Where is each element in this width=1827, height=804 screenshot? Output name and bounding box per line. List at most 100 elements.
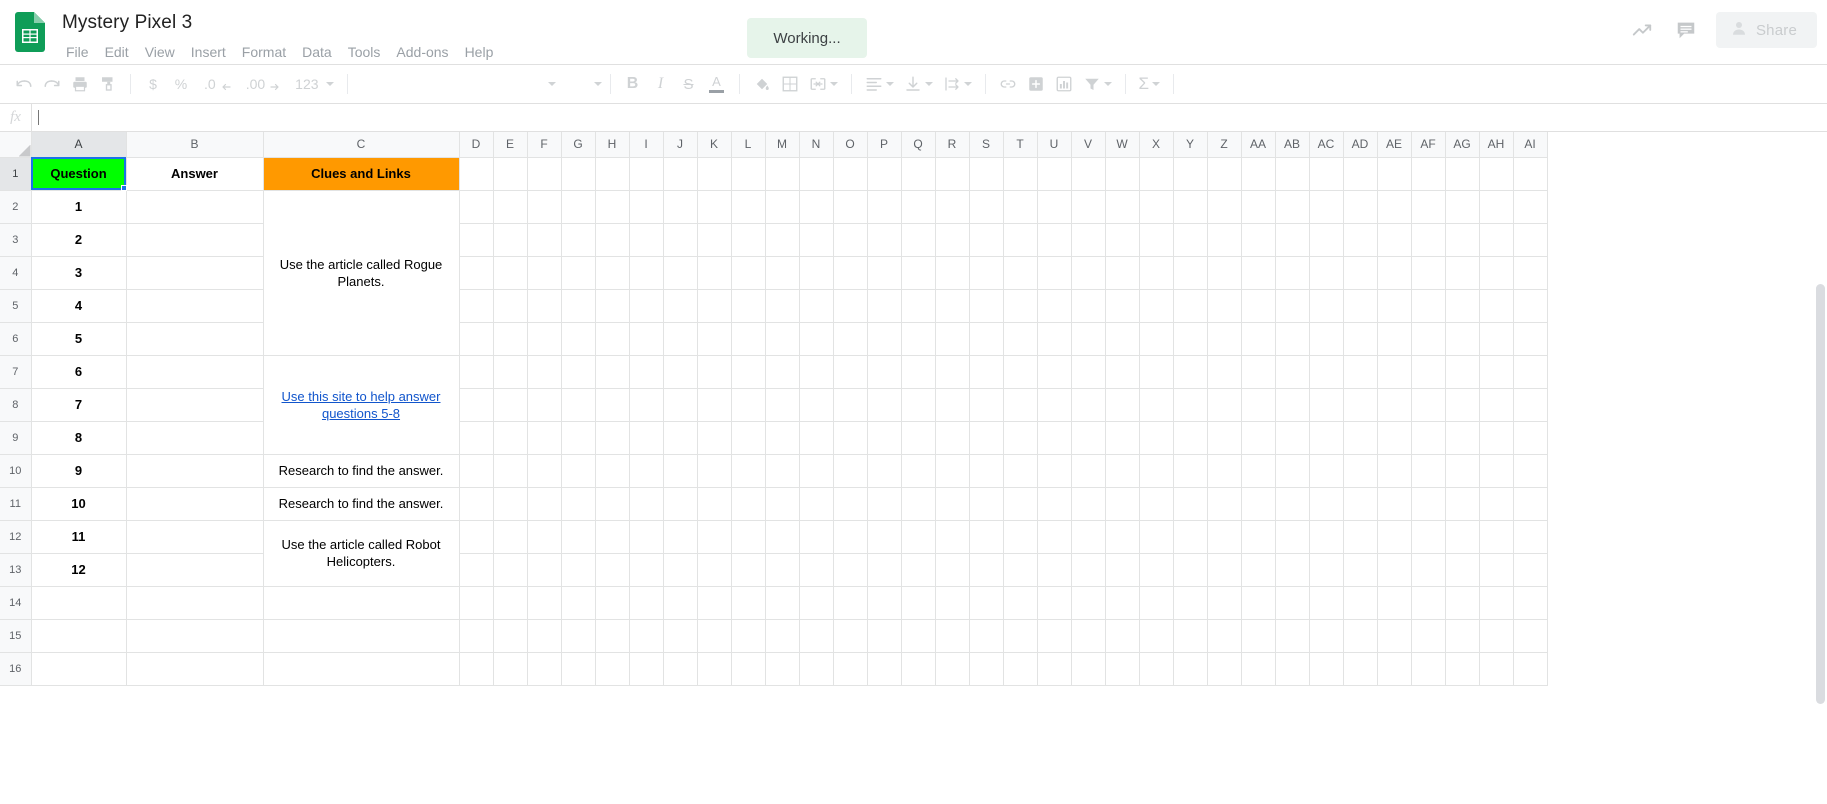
cell-AI11[interactable]	[1513, 487, 1548, 521]
cell-A16[interactable]	[31, 652, 127, 686]
column-header-AE[interactable]: AE	[1377, 132, 1412, 158]
cell-R14[interactable]	[935, 586, 970, 620]
cell-AD6[interactable]	[1343, 322, 1378, 356]
cell-H1[interactable]	[595, 157, 630, 191]
cell-L12[interactable]	[731, 520, 766, 554]
cell-AD15[interactable]	[1343, 619, 1378, 653]
cell-G12[interactable]	[561, 520, 596, 554]
cell-R1[interactable]	[935, 157, 970, 191]
cell-AG14[interactable]	[1445, 586, 1480, 620]
cell-G10[interactable]	[561, 454, 596, 488]
cell-A2[interactable]: 1	[31, 190, 127, 224]
cell-AG5[interactable]	[1445, 289, 1480, 323]
cell-K16[interactable]	[697, 652, 732, 686]
column-header-B[interactable]: B	[126, 132, 264, 158]
cell-I5[interactable]	[629, 289, 664, 323]
cell-I1[interactable]	[629, 157, 664, 191]
cell-I13[interactable]	[629, 553, 664, 587]
clue-cell-C12[interactable]: Use the article called Robot Helicopters…	[263, 520, 460, 587]
cell-AC4[interactable]	[1309, 256, 1344, 290]
cell-Y3[interactable]	[1173, 223, 1208, 257]
cell-D16[interactable]	[459, 652, 494, 686]
cell-W12[interactable]	[1105, 520, 1140, 554]
cell-AB3[interactable]	[1275, 223, 1310, 257]
cell-M12[interactable]	[765, 520, 800, 554]
cell-W13[interactable]	[1105, 553, 1140, 587]
cell-V9[interactable]	[1071, 421, 1106, 455]
cell-M9[interactable]	[765, 421, 800, 455]
cell-AG3[interactable]	[1445, 223, 1480, 257]
cell-N12[interactable]	[799, 520, 834, 554]
cell-E15[interactable]	[493, 619, 528, 653]
cell-K9[interactable]	[697, 421, 732, 455]
cell-AA4[interactable]	[1241, 256, 1276, 290]
cell-G5[interactable]	[561, 289, 596, 323]
cell-O4[interactable]	[833, 256, 868, 290]
cell-AD1[interactable]	[1343, 157, 1378, 191]
column-header-AD[interactable]: AD	[1343, 132, 1378, 158]
cell-AH9[interactable]	[1479, 421, 1514, 455]
cell-O10[interactable]	[833, 454, 868, 488]
cell-E11[interactable]	[493, 487, 528, 521]
cell-AC13[interactable]	[1309, 553, 1344, 587]
cell-T9[interactable]	[1003, 421, 1038, 455]
cell-R8[interactable]	[935, 388, 970, 422]
cell-AH5[interactable]	[1479, 289, 1514, 323]
paint-format-icon[interactable]	[94, 70, 122, 98]
cell-AB15[interactable]	[1275, 619, 1310, 653]
cell-Z4[interactable]	[1207, 256, 1242, 290]
cell-Z12[interactable]	[1207, 520, 1242, 554]
cell-T3[interactable]	[1003, 223, 1038, 257]
cell-AG11[interactable]	[1445, 487, 1480, 521]
cell-AH11[interactable]	[1479, 487, 1514, 521]
cell-D6[interactable]	[459, 322, 494, 356]
cell-F2[interactable]	[527, 190, 562, 224]
cell-G7[interactable]	[561, 355, 596, 389]
column-header-AB[interactable]: AB	[1275, 132, 1310, 158]
cell-W15[interactable]	[1105, 619, 1140, 653]
column-header-P[interactable]: P	[867, 132, 902, 158]
cell-I16[interactable]	[629, 652, 664, 686]
cell-J11[interactable]	[663, 487, 698, 521]
column-header-I[interactable]: I	[629, 132, 664, 158]
cell-M16[interactable]	[765, 652, 800, 686]
cell-AA13[interactable]	[1241, 553, 1276, 587]
cell-Z7[interactable]	[1207, 355, 1242, 389]
cell-F4[interactable]	[527, 256, 562, 290]
percent-format-button[interactable]: %	[167, 70, 195, 98]
cell-A1[interactable]: Question	[31, 157, 127, 191]
cell-X14[interactable]	[1139, 586, 1174, 620]
cell-E16[interactable]	[493, 652, 528, 686]
cell-S8[interactable]	[969, 388, 1004, 422]
cell-N15[interactable]	[799, 619, 834, 653]
cell-K12[interactable]	[697, 520, 732, 554]
fill-color-icon[interactable]	[748, 70, 776, 98]
cell-D9[interactable]	[459, 421, 494, 455]
cell-O3[interactable]	[833, 223, 868, 257]
cell-W10[interactable]	[1105, 454, 1140, 488]
cell-AI10[interactable]	[1513, 454, 1548, 488]
cell-AI14[interactable]	[1513, 586, 1548, 620]
column-header-AH[interactable]: AH	[1479, 132, 1514, 158]
chart-icon[interactable]	[1050, 70, 1078, 98]
cell-Q12[interactable]	[901, 520, 936, 554]
cell-AA5[interactable]	[1241, 289, 1276, 323]
cell-AB11[interactable]	[1275, 487, 1310, 521]
cell-AF12[interactable]	[1411, 520, 1446, 554]
cell-W5[interactable]	[1105, 289, 1140, 323]
cell-I10[interactable]	[629, 454, 664, 488]
cell-AG8[interactable]	[1445, 388, 1480, 422]
cell-G14[interactable]	[561, 586, 596, 620]
cell-I11[interactable]	[629, 487, 664, 521]
cell-W9[interactable]	[1105, 421, 1140, 455]
cell-H3[interactable]	[595, 223, 630, 257]
cell-S11[interactable]	[969, 487, 1004, 521]
cell-B16[interactable]	[126, 652, 264, 686]
cell-D5[interactable]	[459, 289, 494, 323]
cell-U1[interactable]	[1037, 157, 1072, 191]
cell-A10[interactable]: 9	[31, 454, 127, 488]
cell-R11[interactable]	[935, 487, 970, 521]
cell-V13[interactable]	[1071, 553, 1106, 587]
cell-AH15[interactable]	[1479, 619, 1514, 653]
cell-E13[interactable]	[493, 553, 528, 587]
